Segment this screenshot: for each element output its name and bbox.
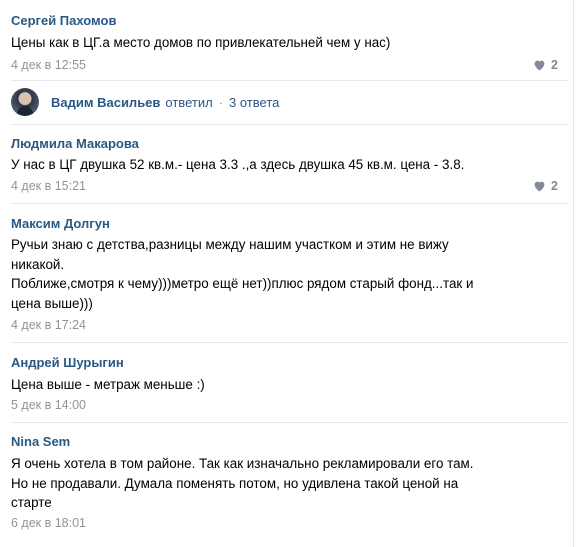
avatar[interactable] (11, 88, 39, 116)
divider (11, 342, 568, 343)
comment-author[interactable]: Андрей Шурыгин (11, 355, 124, 370)
divider (11, 124, 568, 125)
comment-author[interactable]: Максим Долгун (11, 216, 110, 231)
heart-icon (534, 60, 545, 71)
comment-text: Цена выше - метраж меньше :) (11, 377, 205, 392)
comment-date[interactable]: 5 дек в 14:00 (11, 398, 86, 412)
divider (11, 203, 568, 204)
replies-thread-row[interactable]: Вадим Васильев ответил · 3 ответа (11, 88, 279, 116)
replied-verb: ответил (165, 94, 213, 110)
comment-author[interactable]: Людмила Макарова (11, 136, 139, 151)
show-replies-link[interactable]: 3 ответа (229, 95, 279, 110)
like-button[interactable]: 2 (533, 58, 558, 72)
comment-date[interactable]: 4 дек в 17:24 (11, 318, 86, 332)
comments-feed: Сергей Пахомов Цены как в ЦГ.а место дом… (0, 0, 574, 547)
comment-date[interactable]: 4 дек в 12:55 (11, 58, 86, 72)
comment-author[interactable]: Сергей Пахомов (11, 13, 116, 28)
comment-date[interactable]: 4 дек в 15:21 (11, 179, 86, 193)
divider (11, 422, 568, 423)
comment-text: У нас в ЦГ двушка 52 кв.м.- цена 3.3 .,а… (11, 157, 465, 172)
comment-text: Цены как в ЦГ.а место домов по привлекат… (11, 35, 391, 50)
replied-author[interactable]: Вадим Васильев (51, 95, 160, 110)
like-count: 2 (551, 179, 558, 193)
comment-date[interactable]: 6 дек в 18:01 (11, 516, 86, 530)
comment-author[interactable]: Nina Sem (11, 434, 70, 449)
comment-text: Я очень хотела в том районе. Так как изн… (11, 456, 474, 510)
like-button[interactable]: 2 (533, 179, 558, 193)
like-count: 2 (551, 58, 558, 72)
divider (11, 80, 568, 81)
heart-icon (534, 181, 545, 192)
replied-separator: · (218, 94, 224, 110)
comment-text: Ручьи знаю с детства,разницы между нашим… (11, 237, 474, 311)
